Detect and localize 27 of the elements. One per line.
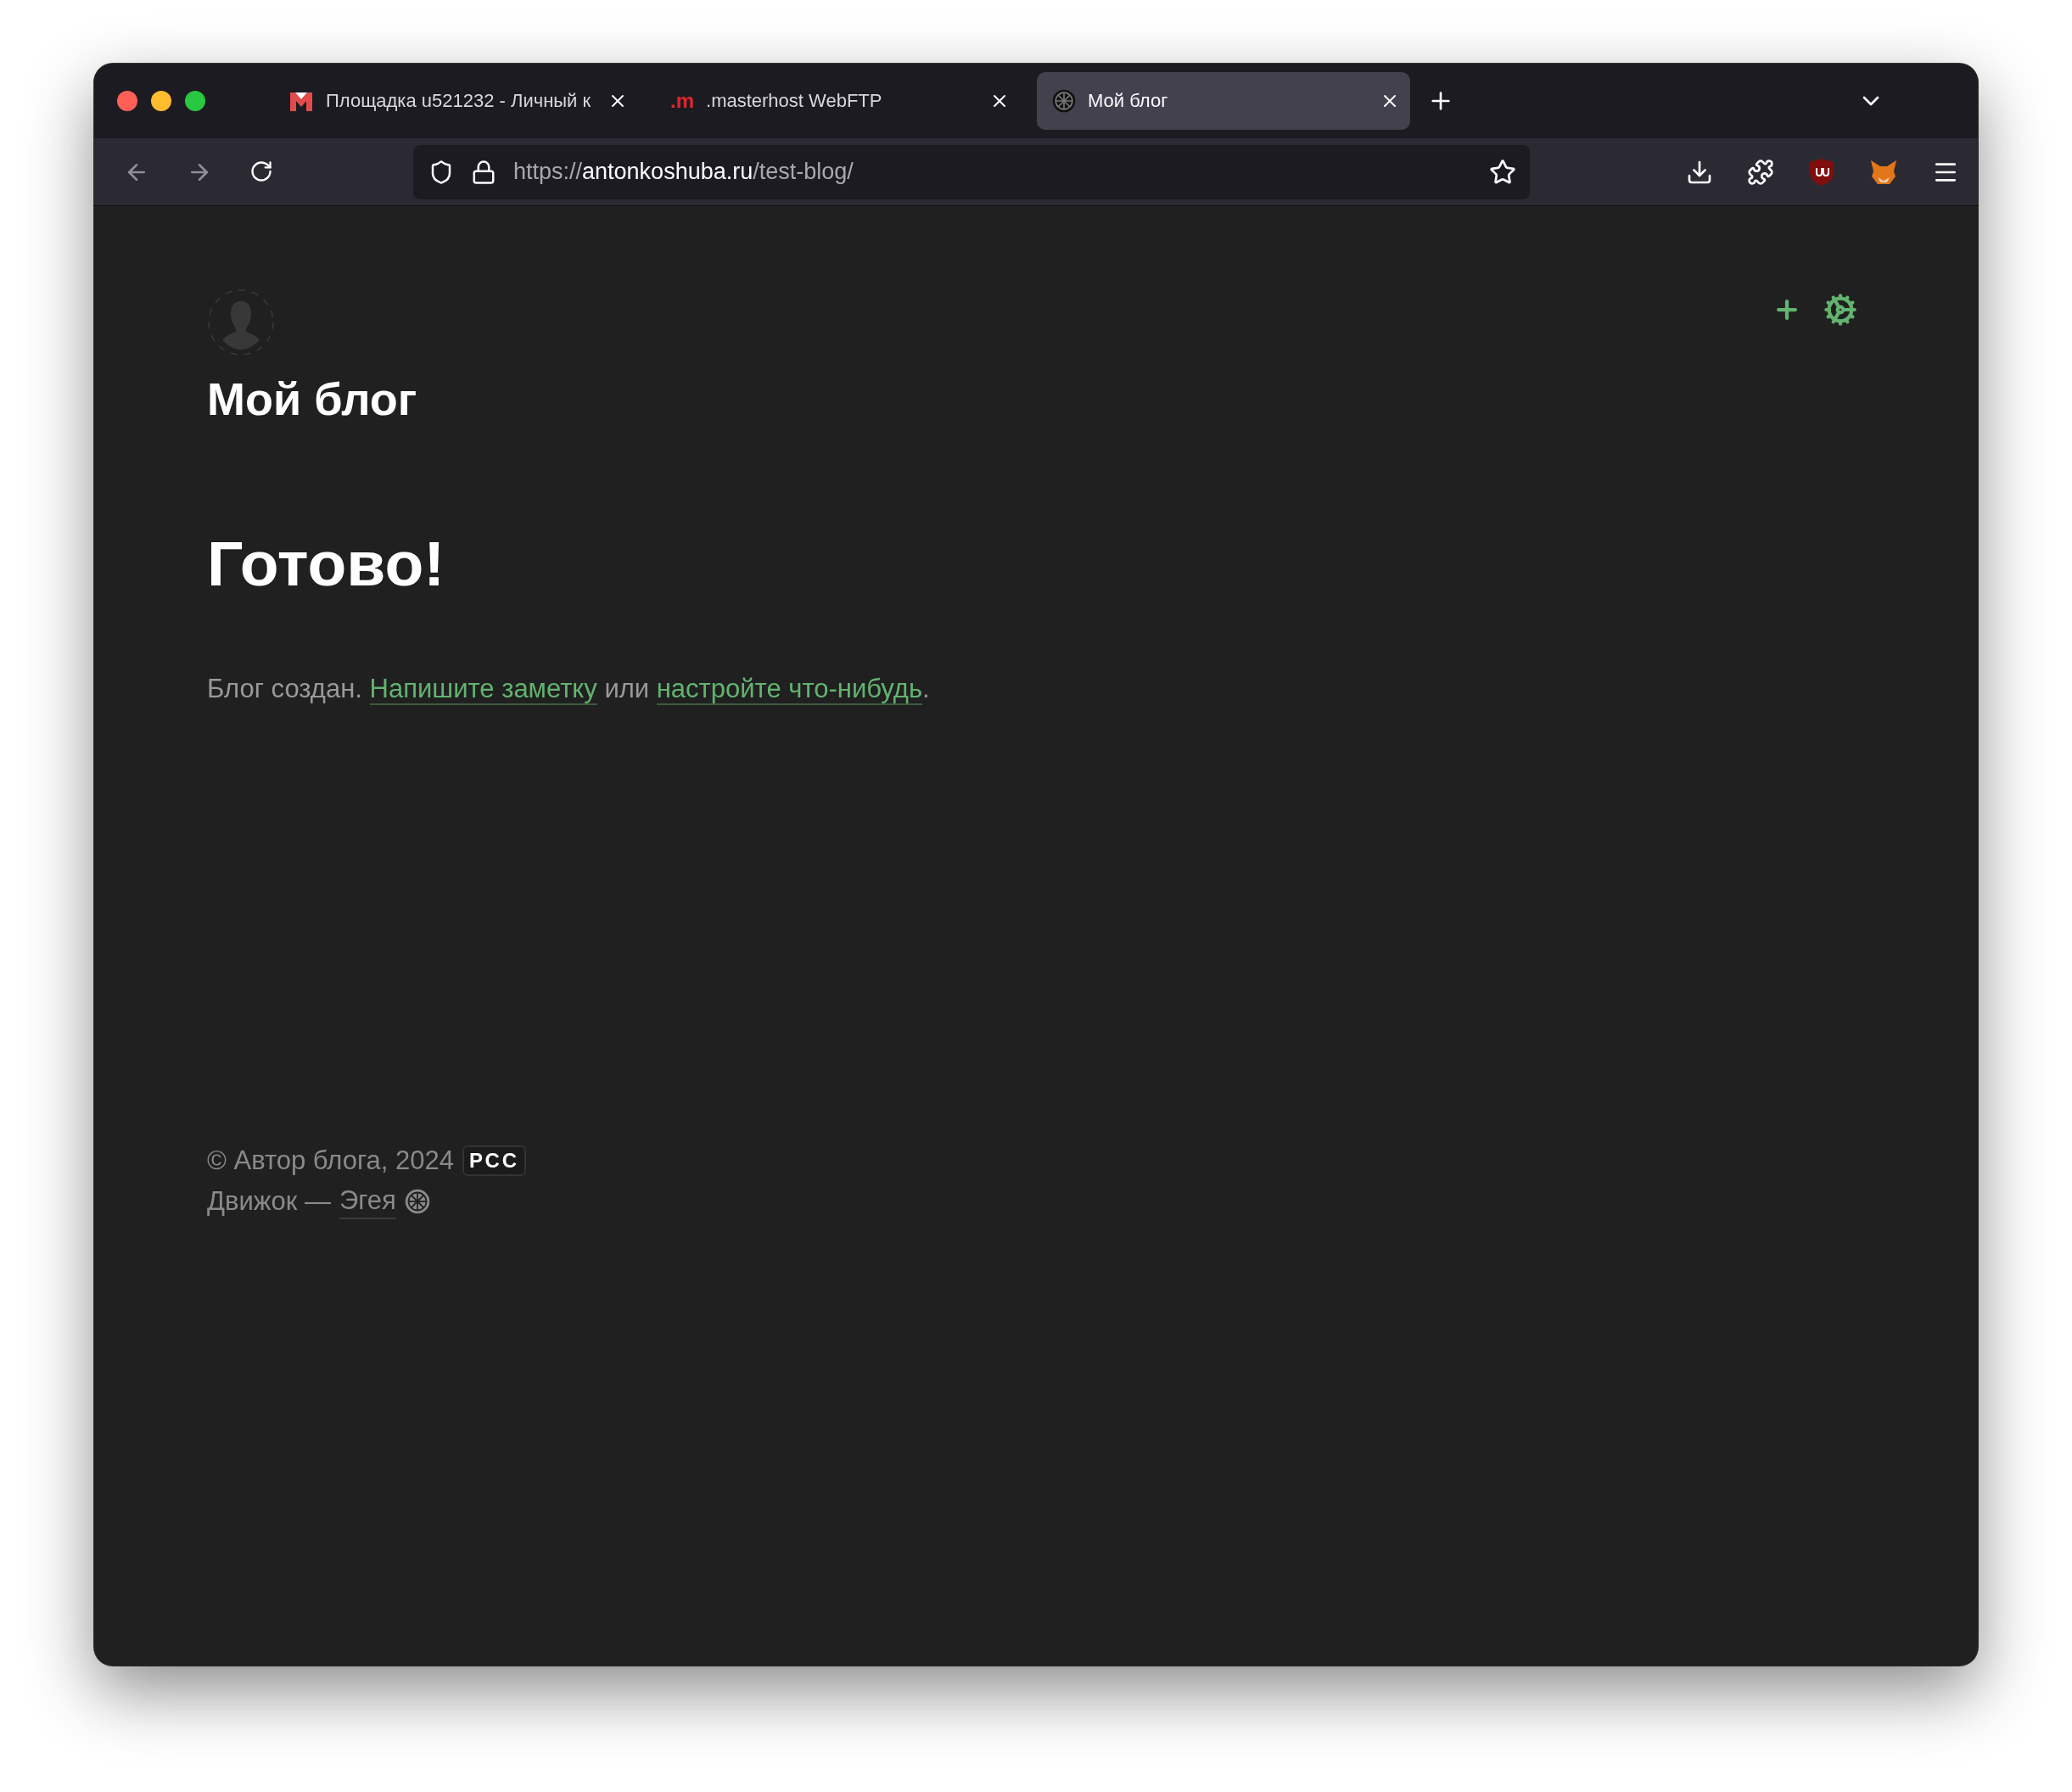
browser-tab[interactable]: .m .masterhost WebFTP [655,72,1020,130]
star-icon[interactable] [1489,158,1516,186]
lock-icon[interactable] [471,159,496,185]
browser-tab[interactable]: Площадка u521232 - Личный к [273,72,638,130]
blog-title[interactable]: Мой блог [207,372,417,427]
maximize-window-icon[interactable] [185,91,205,111]
engine-link[interactable]: Эгея [339,1184,396,1220]
site-logo: .m [670,89,694,113]
status-message: Блог создан. Напишите заметку или настройте что-нибудь. [207,672,931,707]
message-link[interactable]: настройте что-нибудь [656,673,923,705]
address-bar[interactable]: https://antonkoshuba.ru/test-blog/ [413,144,1530,199]
puzzle-icon[interactable] [1747,158,1774,186]
tab-title: Мой блог [1088,90,1169,112]
settings-button[interactable] [1823,293,1857,327]
page-heading: Готово! [207,526,446,601]
shield-icon[interactable] [1808,157,1835,187]
tab-title: Площадка u521232 - Личный к [326,90,592,112]
engine-label: Движок — [207,1185,331,1218]
rss-link[interactable]: РСС [462,1145,527,1177]
fox-icon[interactable] [1869,158,1898,186]
minimize-window-icon[interactable] [151,91,171,111]
tab-title: .masterhost WebFTP [706,90,883,112]
url-text: https://antonkoshuba.ru/test-blog/ [513,159,854,185]
browser-tab[interactable]: Мой блог [1037,72,1410,130]
copyright-text: © Автор блога, 2024 [207,1145,454,1178]
close-window-icon[interactable] [117,91,137,111]
message-link[interactable]: Напишите заметку [369,673,597,705]
